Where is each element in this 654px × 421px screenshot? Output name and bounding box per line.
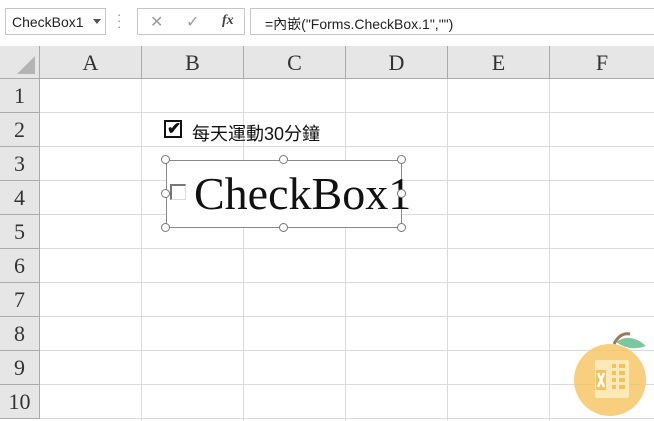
select-all-triangle-icon bbox=[17, 56, 35, 74]
checkmark-icon: ✔ bbox=[167, 119, 182, 138]
select-all-button[interactable] bbox=[0, 46, 40, 79]
gridline bbox=[40, 248, 654, 249]
worksheet-grid[interactable]: A B C D E F 1 2 3 4 5 6 7 8 9 10 ✔ 每天運動3… bbox=[0, 46, 654, 421]
resize-handle-left[interactable] bbox=[161, 189, 170, 198]
name-box[interactable]: CheckBox1 bbox=[5, 8, 106, 35]
gridline bbox=[40, 112, 654, 113]
activex-checkbox-label: CheckBox1 bbox=[194, 168, 412, 219]
column-header-b[interactable]: B bbox=[142, 46, 244, 79]
resize-handle-right[interactable] bbox=[397, 189, 406, 198]
cancel-icon[interactable]: ✕ bbox=[150, 12, 163, 32]
name-box-value: CheckBox1 bbox=[12, 14, 84, 30]
resize-handle-bottom[interactable] bbox=[279, 223, 288, 232]
column-header-a[interactable]: A bbox=[40, 46, 142, 79]
enter-icon[interactable]: ✓ bbox=[186, 12, 199, 32]
column-header-e[interactable]: E bbox=[448, 46, 550, 79]
formula-text: =內嵌("Forms.CheckBox.1","") bbox=[265, 16, 454, 32]
resize-handle-bottom-left[interactable] bbox=[161, 223, 170, 232]
resize-handle-bottom-right[interactable] bbox=[397, 223, 406, 232]
checkbox-checked-icon[interactable]: ✔ bbox=[164, 119, 182, 138]
column-header-d[interactable]: D bbox=[346, 46, 448, 79]
gridline bbox=[447, 79, 448, 421]
gridline bbox=[141, 79, 142, 421]
gridline bbox=[40, 282, 654, 283]
gridline bbox=[40, 350, 654, 351]
row-header-10[interactable]: 10 bbox=[0, 385, 40, 419]
row-header-7[interactable]: 7 bbox=[0, 283, 40, 317]
activex-checkbox[interactable]: CheckBox1 bbox=[166, 160, 411, 228]
drag-handle-icon[interactable]: · · · bbox=[117, 8, 121, 33]
resize-handle-top[interactable] bbox=[279, 155, 288, 164]
gridline bbox=[549, 79, 550, 421]
exercise-checkbox-label: 每天運動30分鐘 bbox=[192, 124, 321, 144]
row-header-9[interactable]: 9 bbox=[0, 351, 40, 385]
gridline bbox=[345, 79, 346, 421]
gridline bbox=[40, 384, 654, 385]
resize-handle-top-left[interactable] bbox=[161, 155, 170, 164]
column-header-f[interactable]: F bbox=[550, 46, 654, 79]
formula-buttons: ✕ ✓ fx bbox=[137, 8, 245, 35]
row-header-6[interactable]: 6 bbox=[0, 249, 40, 283]
row-header-8[interactable]: 8 bbox=[0, 317, 40, 351]
orange-excel-logo-icon bbox=[574, 332, 646, 416]
formula-input[interactable]: =內嵌("Forms.CheckBox.1","") bbox=[250, 8, 654, 35]
gridline bbox=[40, 418, 654, 419]
column-header-c[interactable]: C bbox=[244, 46, 346, 79]
row-header-2[interactable]: 2 bbox=[0, 113, 40, 147]
checkbox-unchecked-icon[interactable] bbox=[170, 184, 186, 200]
row-header-5[interactable]: 5 bbox=[0, 215, 40, 249]
chevron-down-icon[interactable] bbox=[93, 19, 101, 24]
gridline bbox=[40, 316, 654, 317]
row-header-4[interactable]: 4 bbox=[0, 181, 40, 215]
gridline bbox=[40, 146, 654, 147]
resize-handle-top-right[interactable] bbox=[397, 155, 406, 164]
row-header-3[interactable]: 3 bbox=[0, 147, 40, 181]
insert-function-icon[interactable]: fx bbox=[222, 13, 234, 29]
formula-bar: CheckBox1 · · · ✕ ✓ fx =內嵌("Forms.CheckBox… bbox=[0, 0, 654, 46]
row-header-1[interactable]: 1 bbox=[0, 79, 40, 113]
